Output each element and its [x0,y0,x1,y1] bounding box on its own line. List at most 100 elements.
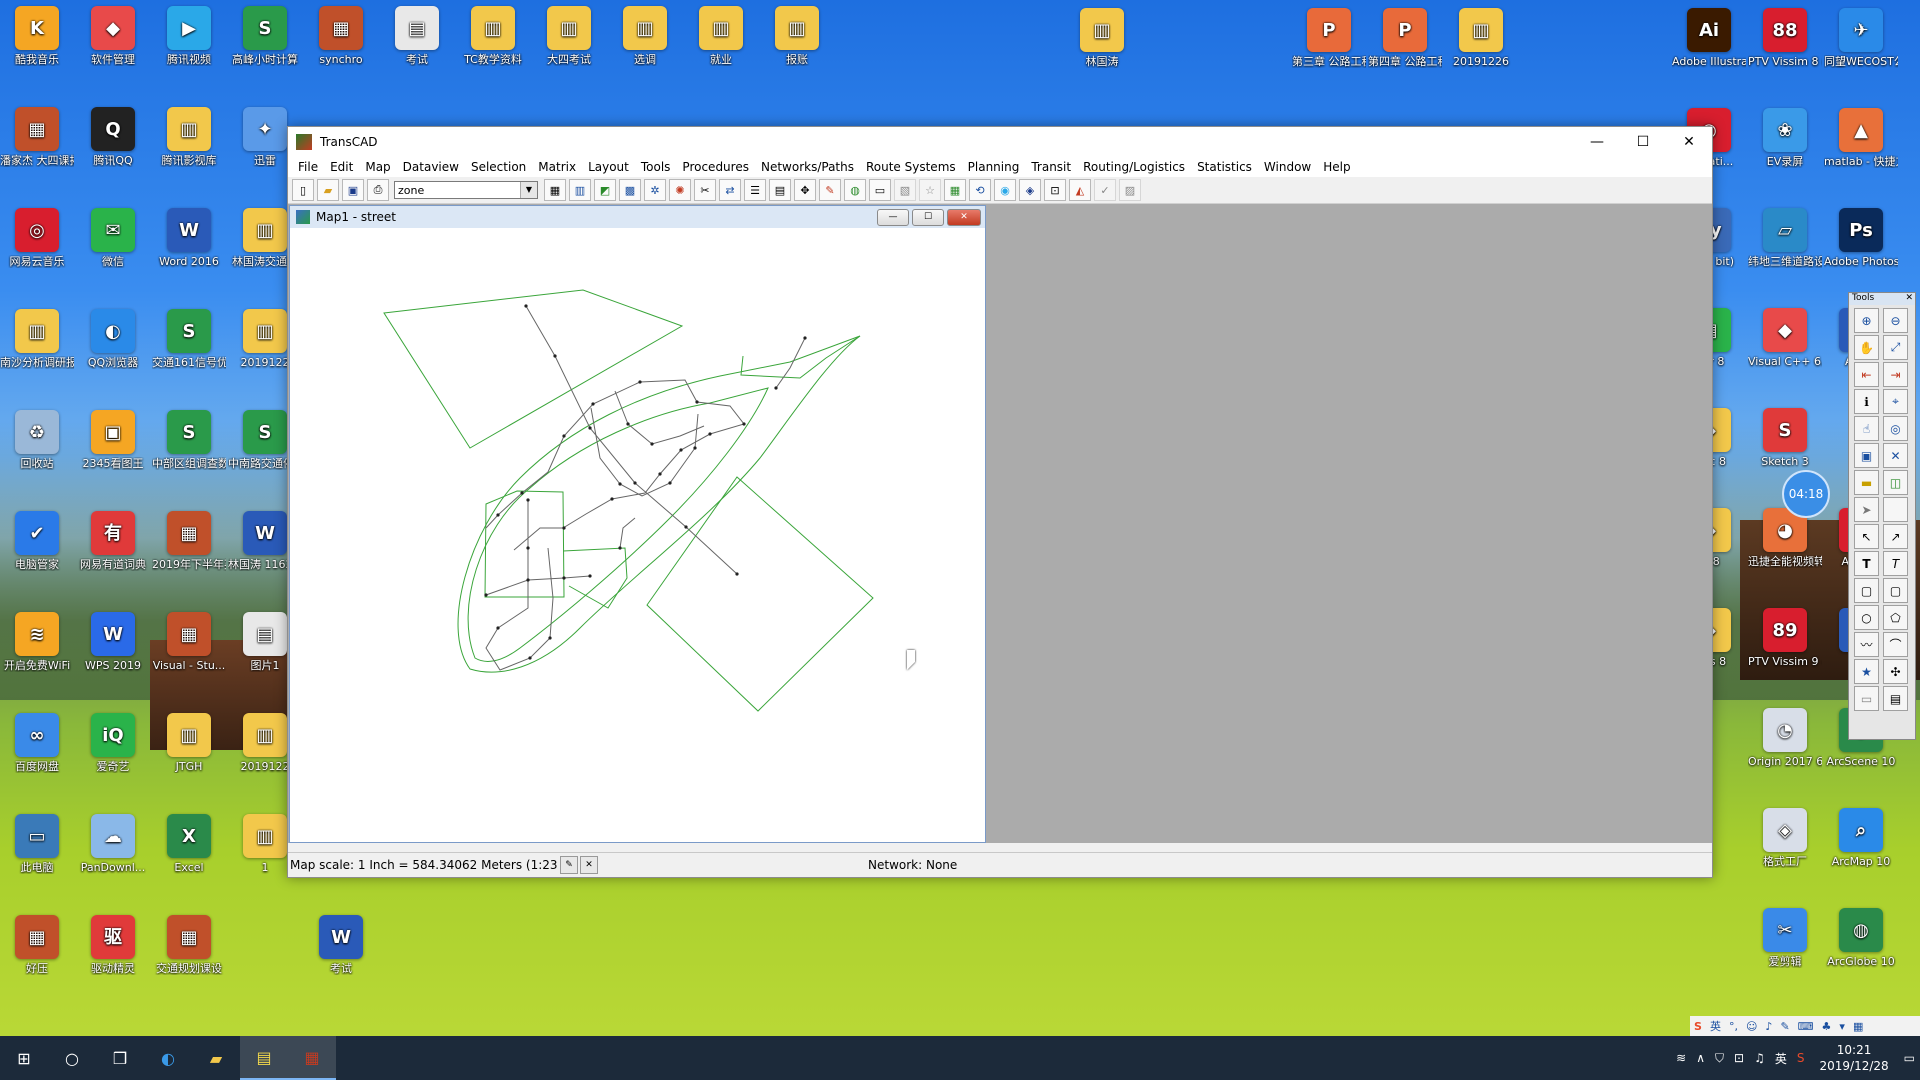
measure-icon[interactable]: ⌖ [1883,389,1908,414]
path-icon[interactable]: ⇄ [719,179,741,201]
desktop-icon[interactable]: ▥ 报账 [760,6,834,66]
desktop-icon[interactable]: ▦ 潘家杰 大四课拓 [0,107,74,167]
menu-item-window[interactable]: Window [1258,160,1317,174]
desktop-icon[interactable]: W WPS 2019 [76,612,150,672]
file-explorer-icon[interactable]: ▰ [192,1036,240,1080]
zoom-extent-icon[interactable]: ⤢ [1883,335,1908,360]
maximize-button[interactable]: ☐ [1620,127,1666,157]
sogou-tray-icon[interactable]: S [1797,1051,1805,1065]
desktop-icon[interactable]: ▥ 选调 [608,6,682,66]
desktop-icon[interactable]: ▥ 20191226 [1444,8,1518,68]
desktop-icon[interactable]: ◆ 软件管理 [76,6,150,66]
select-tool-icon[interactable]: ⊡ [1044,179,1066,201]
desktop-icon[interactable]: ✂ 爱剪辑 [1748,908,1822,968]
desktop-icon[interactable]: ▱ 纬地三维道路设计 [1748,208,1822,268]
check-icon[interactable]: ✓ [1094,179,1116,201]
blank-tool-icon[interactable] [1883,497,1908,522]
move-layer-icon[interactable]: ⇤ [1854,362,1879,387]
desktop-icon[interactable]: ▦ synchro [304,6,378,66]
route-icon[interactable]: ⟲ [969,179,991,201]
new-file-icon[interactable]: ▯ [292,179,314,201]
disabled-star-icon[interactable]: ☆ [919,179,941,201]
text-tool-icon[interactable]: T [1854,551,1879,576]
desktop-icon[interactable]: W 考试 [304,915,378,975]
desktop-icon[interactable]: W Word 2016 [152,208,226,268]
emoji-icon[interactable]: ☺ [1746,1020,1757,1033]
layers-icon[interactable]: ☰ [744,179,766,201]
info-icon[interactable]: ℹ [1854,389,1879,414]
star-tool-icon[interactable]: ★ [1854,659,1879,684]
desktop-icon[interactable]: ▤ 考试 [380,6,454,66]
cross-select-icon[interactable]: ✕ [1883,443,1908,468]
desktop-icon[interactable]: ▦ 交通规划课设 [152,915,226,975]
move-layer-right-icon[interactable]: ⇥ [1883,362,1908,387]
chevron-down-icon[interactable]: ▼ [520,182,537,198]
desktop-icon[interactable]: ◆ Visual C++ 6.0 [1748,308,1822,368]
print-icon[interactable]: ⎙ [367,179,389,201]
desktop-icon[interactable]: ✉ 微信 [76,208,150,268]
map-maximize-button[interactable]: ☐ [912,209,944,226]
add-point-icon[interactable]: ◫ [1883,470,1908,495]
ruler-icon[interactable]: ✎ [819,179,841,201]
desktop-icon[interactable]: P 第四章 公路工程造价文... [1368,8,1442,68]
legend-tool-icon[interactable]: ▤ [1883,686,1908,711]
menu-item-planning[interactable]: Planning [962,160,1026,174]
paint-icon[interactable]: ◭ [1069,179,1091,201]
desktop-icon[interactable]: 有网易有道词典 [76,511,150,571]
desktop-icon[interactable]: K 酷我音乐 [0,6,74,66]
map-canvas[interactable] [290,228,985,842]
browser-icon[interactable]: ◐ [144,1036,192,1080]
desktop-icon[interactable]: S 交通161信号优化毕业设... [152,309,226,369]
polyline-tool-icon[interactable]: 〰 [1854,632,1879,657]
desktop-icon[interactable]: ☁ PanDownl... [76,814,150,874]
pan-hand-icon[interactable]: ✋ [1854,335,1879,360]
ime-indicator[interactable]: 英 [1775,1050,1787,1067]
desktop-icon[interactable]: S 中部区组调查数据 [152,410,226,470]
select-area-icon[interactable]: ▣ [1854,443,1879,468]
volume-icon[interactable]: ♫ [1754,1051,1765,1065]
menu-item-routing-logistics[interactable]: Routing/Logistics [1077,160,1191,174]
desktop-icon[interactable]: ▦ Visual - Stu... [152,612,226,672]
menu-item-statistics[interactable]: Statistics [1191,160,1258,174]
desktop-icon[interactable]: 89 PTV Vissim 9 - 64 bit [1748,608,1822,668]
menu-item-procedures[interactable]: Procedures [676,160,755,174]
tray-expand-icon[interactable]: ∧ [1696,1051,1705,1065]
window-titlebar[interactable]: TransCAD — ☐ ✕ [288,127,1712,157]
taskbar-clock[interactable]: 10:21 2019/12/28 [1819,1042,1888,1074]
theme-map-icon[interactable]: ▦ [944,179,966,201]
menu-item-dataview[interactable]: Dataview [397,160,465,174]
grid-icon[interactable]: ▩ [619,179,641,201]
desktop-icon[interactable]: ∞ 百度网盘 [0,713,74,773]
desktop-icon[interactable]: ❀ EV录屏 [1748,108,1822,168]
shield-icon[interactable]: ⛉ [1715,1051,1724,1066]
desktop-icon[interactable]: ▥ JTGH [152,713,226,773]
text-italic-tool-icon[interactable]: T [1883,551,1908,576]
save-icon[interactable]: ▣ [342,179,364,201]
open-folder-icon[interactable]: ▰ [317,179,339,201]
desktop-icon[interactable]: ▥ 大四考试 [532,6,606,66]
desktop-icon[interactable]: ◈ 格式工厂 [1748,808,1822,868]
menu-item-selection[interactable]: Selection [465,160,532,174]
nodes-icon[interactable]: ✺ [669,179,691,201]
globe-icon[interactable]: ◍ [844,179,866,201]
desktop-icon[interactable]: ≋ 开启免费WiFi [0,612,74,672]
line-tool-icon[interactable]: ➤ [1854,497,1879,522]
desktop-icon[interactable]: ◔ Origin 2017 64Bit [1748,708,1822,768]
map-minimize-button[interactable]: — [877,209,909,226]
circle-tool-icon[interactable]: ○ [1854,605,1879,630]
desktop-icon[interactable]: Ps Adobe Photosho... [1824,208,1898,268]
sogou-icon[interactable]: S [1694,1020,1702,1033]
menu-item-help[interactable]: Help [1317,160,1356,174]
arrow-edit-icon[interactable]: ↗ [1883,524,1908,549]
compass-icon[interactable]: ✥ [794,179,816,201]
menu-item-route-systems[interactable]: Route Systems [860,160,962,174]
mic-icon[interactable]: ♪ [1765,1020,1772,1033]
tshirt-icon[interactable]: ▾ [1839,1020,1845,1033]
transcad-taskbar-icon[interactable]: ▦ [288,1036,336,1080]
dataview-icon[interactable]: ▦ [544,179,566,201]
menu-item-networks-paths[interactable]: Networks/Paths [755,160,860,174]
desktop-icon[interactable]: ◍ ArcGlobe 10 [1824,908,1898,968]
desktop-icon[interactable]: S 高峰小时计算 [228,6,302,66]
desktop-icon[interactable]: ✔ 电脑管家 [0,511,74,571]
table-icon[interactable]: ▤ [769,179,791,201]
